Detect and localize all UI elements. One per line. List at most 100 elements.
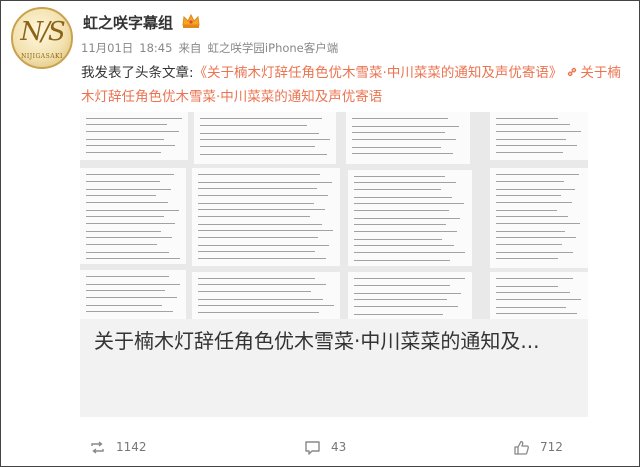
handwriting-stroke (198, 278, 315, 279)
handwriting-stroke (354, 285, 451, 286)
handwriting-stroke (496, 223, 580, 224)
handwriting-stroke (198, 284, 327, 285)
letter-page (192, 272, 340, 319)
handwriting-stroke (198, 299, 323, 300)
handwriting-stroke (354, 260, 451, 261)
handwriting-stroke (496, 299, 581, 300)
handwriting-stroke (86, 118, 182, 119)
handwriting-stroke (198, 195, 329, 196)
handwriting-stroke (496, 307, 567, 308)
comment-button[interactable]: 43 (304, 437, 346, 457)
handwriting-stroke (354, 231, 457, 232)
handwriting-stroke (86, 231, 161, 232)
like-icon (514, 440, 529, 455)
handwriting-stroke (198, 245, 330, 246)
handwriting-stroke (496, 152, 563, 153)
handwriting-stroke (86, 305, 162, 306)
post-meta: 11月01日 18:45 来自 虹之咲学园iPhone客户端 (81, 40, 344, 56)
handwriting-stroke (198, 174, 321, 175)
handwriting-stroke (198, 291, 312, 292)
handwriting-stroke (352, 132, 445, 133)
handwriting-stroke (86, 189, 171, 190)
article-link[interactable]: 《关于楠木灯辞任角色优木雪菜·中川菜菜的通知及声优寄语》 (194, 65, 563, 81)
post-prefix: 我发表了头条文章: (81, 65, 194, 81)
repost-count: 1142 (116, 440, 147, 454)
handwriting-stroke (86, 244, 158, 245)
handwriting-stroke (496, 202, 572, 203)
handwriting-stroke (86, 284, 180, 285)
handwriting-stroke (86, 216, 165, 217)
handwriting-stroke (86, 174, 175, 175)
handwriting-stroke (496, 181, 564, 182)
handwriting-stroke (354, 210, 450, 211)
handwriting-stroke (354, 314, 444, 315)
handwriting-stroke (86, 237, 173, 238)
handwriting-stroke (86, 223, 176, 224)
post-date[interactable]: 11月01日 (81, 41, 133, 55)
handwriting-stroke (86, 290, 166, 291)
avatar-subtext: NIJIGASAKI (21, 53, 63, 60)
handwriting-stroke (86, 258, 180, 259)
avatar-monogram: N/S (20, 17, 65, 47)
handwriting-stroke (86, 139, 164, 140)
username[interactable]: 虹之咲字幕组 (83, 12, 173, 33)
comment-icon (305, 440, 320, 455)
handwriting-stroke (354, 245, 454, 246)
handwriting-stroke (198, 216, 311, 217)
action-bar: 1142 43 712 (1, 431, 640, 461)
handwriting-stroke (352, 153, 453, 154)
letter-page (80, 112, 188, 160)
handwriting-stroke (496, 174, 579, 175)
letter-page (490, 112, 588, 160)
handwriting-stroke (354, 218, 461, 219)
handwriting-stroke (496, 313, 578, 314)
handwriting-stroke (354, 239, 443, 240)
handwriting-stroke (496, 278, 573, 279)
handwriting-stroke (496, 189, 576, 190)
repost-icon (91, 440, 104, 454)
handwriting-stroke (496, 131, 581, 132)
handwriting-stroke (496, 292, 570, 293)
letter-page (80, 168, 186, 264)
handwriting-stroke (496, 118, 559, 119)
article-card[interactable]: 关于楠木灯辞任角色优木雪菜·中川菜菜的通知及... (80, 112, 588, 417)
handwriting-stroke (198, 258, 327, 259)
post-time[interactable]: 18:45 (139, 41, 172, 55)
handwriting-stroke (198, 209, 325, 210)
handwriting-stroke (354, 293, 462, 294)
handwriting-stroke (354, 203, 464, 204)
handwriting-stroke (496, 244, 562, 245)
handwriting-stroke (354, 306, 459, 307)
handwriting-stroke (352, 139, 457, 140)
comment-count: 43 (331, 440, 347, 454)
handwriting-stroke (496, 139, 567, 140)
handwriting-stroke (198, 251, 315, 252)
handwriting-stroke (200, 133, 319, 134)
handwriting-stroke (200, 118, 323, 119)
like-button[interactable]: 712 (513, 437, 563, 457)
letter-page (194, 112, 336, 164)
avatar[interactable]: N/S NIJIGASAKI (11, 7, 73, 69)
source-prefix: 来自 (178, 41, 202, 55)
handwriting-stroke (86, 181, 160, 182)
post-source[interactable]: 虹之咲学园iPhone客户端 (207, 41, 338, 55)
letter-page (490, 168, 588, 268)
repost-button[interactable]: 1142 (89, 437, 147, 457)
post-text: 我发表了头条文章:《关于楠木灯辞任角色优木雪菜·中川菜菜的通知及声优寄语》 关于楠… (81, 61, 626, 109)
handwriting-stroke (86, 202, 168, 203)
vip-crown-icon (182, 13, 200, 28)
like-count: 712 (540, 440, 563, 454)
letter-page (80, 270, 186, 319)
handwriting-stroke (198, 305, 334, 306)
handwriting-stroke (354, 299, 447, 300)
handwriting-stroke (198, 188, 318, 189)
handwriting-stroke (496, 210, 558, 211)
handwriting-stroke (198, 312, 320, 313)
handwriting-stroke (354, 182, 456, 183)
letter-page (192, 168, 340, 266)
handwriting-stroke (86, 297, 177, 298)
letter-page (490, 272, 588, 319)
handwriting-stroke (198, 203, 314, 204)
handwriting-stroke (200, 139, 330, 140)
handwriting-stroke (86, 145, 176, 146)
